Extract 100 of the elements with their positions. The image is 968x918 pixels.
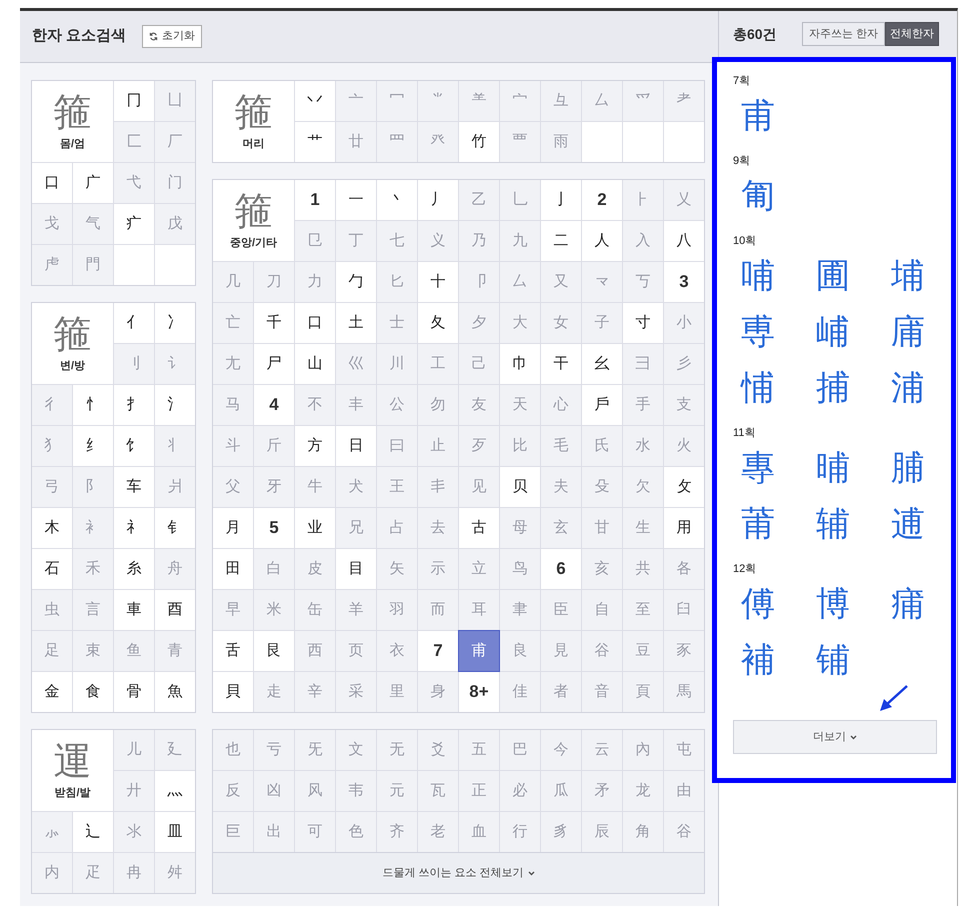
radical-cell[interactable]: 弋 xyxy=(114,163,154,203)
radical-cell[interactable]: 里 xyxy=(377,672,417,712)
radical-cell[interactable]: 矢 xyxy=(377,549,417,589)
radical-cell[interactable]: 足 xyxy=(32,631,72,671)
radical-cell[interactable]: 干 xyxy=(541,344,581,384)
radical-cell[interactable]: 皿 xyxy=(155,812,195,852)
radical-cell[interactable]: 廴 xyxy=(155,730,195,770)
radical-cell[interactable]: 门 xyxy=(155,163,195,203)
radical-cell[interactable]: 云 xyxy=(582,730,622,770)
radical-cell[interactable]: 又 xyxy=(541,262,581,302)
radical-cell[interactable]: 丯 xyxy=(418,467,458,507)
radical-cell[interactable]: 田 xyxy=(213,549,253,589)
radical-cell[interactable]: 歹 xyxy=(459,426,499,466)
radical-cell[interactable]: 戈 xyxy=(32,204,72,244)
radical-cell[interactable]: 比 xyxy=(500,426,540,466)
radical-cell[interactable]: 火 xyxy=(664,426,704,466)
radical-cell[interactable]: 青 xyxy=(155,631,195,671)
radical-cell[interactable]: 冖 xyxy=(377,81,417,121)
radical-cell[interactable]: 亠 xyxy=(336,81,376,121)
radical-cell[interactable]: 自 xyxy=(582,590,622,630)
radical-cell[interactable]: 广 xyxy=(73,163,113,203)
hanja-result[interactable]: 晡 xyxy=(816,440,891,496)
radical-cell[interactable]: 示 xyxy=(418,549,458,589)
radical-cell[interactable]: 攵 xyxy=(664,467,704,507)
radical-cell[interactable]: 工 xyxy=(418,344,458,384)
radical-cell[interactable]: 辶 xyxy=(73,812,113,852)
radical-cell[interactable]: 早 xyxy=(213,590,253,630)
radical-cell[interactable]: 寸 xyxy=(623,303,663,343)
radical-cell[interactable]: 舌 xyxy=(213,631,253,671)
radical-cell[interactable]: 尢 xyxy=(213,344,253,384)
hanja-result[interactable]: 峬 xyxy=(816,304,891,360)
radical-cell[interactable]: 用 xyxy=(664,508,704,548)
radical-cell[interactable]: 矛 xyxy=(582,771,622,811)
radical-cell[interactable]: 出 xyxy=(254,812,294,852)
radical-cell[interactable]: 內 xyxy=(623,730,663,770)
radical-cell[interactable]: 亥 xyxy=(582,549,622,589)
radical-cell[interactable]: 己 xyxy=(459,344,499,384)
radical-cell[interactable]: 川 xyxy=(377,344,417,384)
radical-cell[interactable]: 丂 xyxy=(623,262,663,302)
radical-cell[interactable]: 疋 xyxy=(73,853,113,893)
radical-cell[interactable]: 亡 xyxy=(213,303,253,343)
radical-cell[interactable]: 巛 xyxy=(336,344,376,384)
radical-cell[interactable]: 艹 xyxy=(295,122,335,162)
hanja-result[interactable]: 痡 xyxy=(891,576,966,632)
radical-cell[interactable]: ⺌ xyxy=(418,81,458,121)
radical-cell[interactable]: 尸 xyxy=(254,344,294,384)
radical-cell[interactable]: 十 xyxy=(418,262,458,302)
radical-cell[interactable]: 瓦 xyxy=(418,771,458,811)
radical-cell[interactable]: 贝 xyxy=(500,467,540,507)
radical-cell[interactable]: 厂 xyxy=(155,122,195,162)
radical-cell[interactable]: 页 xyxy=(336,631,376,671)
hanja-result[interactable]: 哺 xyxy=(741,248,816,304)
radical-cell[interactable]: 谷 xyxy=(664,812,704,852)
radical-cell[interactable]: 日 xyxy=(336,426,376,466)
radical-cell[interactable]: 口 xyxy=(32,163,72,203)
radical-cell[interactable]: 㔾 xyxy=(295,221,335,261)
radical-cell[interactable]: 者 xyxy=(541,672,581,712)
radical-cell[interactable]: 音 xyxy=(582,672,622,712)
radical-cell[interactable]: 甫 xyxy=(459,631,499,671)
radical-cell[interactable]: 凵 xyxy=(155,81,195,121)
radical-cell[interactable]: 言 xyxy=(73,590,113,630)
radical-cell[interactable]: 爻 xyxy=(418,730,458,770)
radical-cell[interactable]: 豸 xyxy=(541,812,581,852)
radical-cell[interactable]: 今 xyxy=(541,730,581,770)
radical-cell[interactable]: 刂 xyxy=(114,344,154,384)
radical-cell[interactable]: 匕 xyxy=(377,262,417,302)
radical-cell[interactable]: 爫 xyxy=(623,81,663,121)
radical-cell[interactable]: 人 xyxy=(582,221,622,261)
radical-cell[interactable]: 聿 xyxy=(500,590,540,630)
filter-tab[interactable]: 자주쓰는 한자 xyxy=(802,22,885,46)
radical-cell[interactable]: 灬 xyxy=(155,771,195,811)
radical-cell[interactable]: 罒 xyxy=(377,122,417,162)
radical-cell[interactable]: 石 xyxy=(32,549,72,589)
radical-cell[interactable]: 幺 xyxy=(582,344,622,384)
radical-cell[interactable]: 玄 xyxy=(541,508,581,548)
radical-cell[interactable]: 方 xyxy=(295,426,335,466)
radical-cell[interactable]: 彐 xyxy=(623,344,663,384)
radical-cell[interactable]: 曰 xyxy=(377,426,417,466)
radical-cell[interactable]: 古 xyxy=(459,508,499,548)
hanja-result[interactable]: 逋 xyxy=(891,496,966,552)
radical-cell[interactable]: 衣 xyxy=(377,631,417,671)
radical-cell[interactable]: 五 xyxy=(459,730,499,770)
radical-cell[interactable]: 犬 xyxy=(336,467,376,507)
hanja-result[interactable]: 辅 xyxy=(816,496,891,552)
radical-cell[interactable]: 至 xyxy=(623,590,663,630)
radical-cell[interactable]: 宀 xyxy=(500,81,540,121)
radical-cell[interactable]: 缶 xyxy=(295,590,335,630)
radical-cell[interactable]: 正 xyxy=(459,771,499,811)
radical-cell[interactable]: 欠 xyxy=(623,467,663,507)
hanja-result[interactable]: 铺 xyxy=(816,632,891,688)
radical-cell[interactable]: 夫 xyxy=(541,467,581,507)
radical-cell[interactable]: 元 xyxy=(377,771,417,811)
radical-cell[interactable]: 立 xyxy=(459,549,499,589)
radical-cell[interactable]: 水 xyxy=(623,426,663,466)
hanja-result[interactable]: 莆 xyxy=(741,496,816,552)
radical-cell[interactable]: 毛 xyxy=(541,426,581,466)
radical-cell[interactable]: 龙 xyxy=(623,771,663,811)
radical-cell[interactable]: 母 xyxy=(500,508,540,548)
radical-cell[interactable]: 气 xyxy=(73,204,113,244)
radical-cell[interactable]: 良 xyxy=(500,631,540,671)
